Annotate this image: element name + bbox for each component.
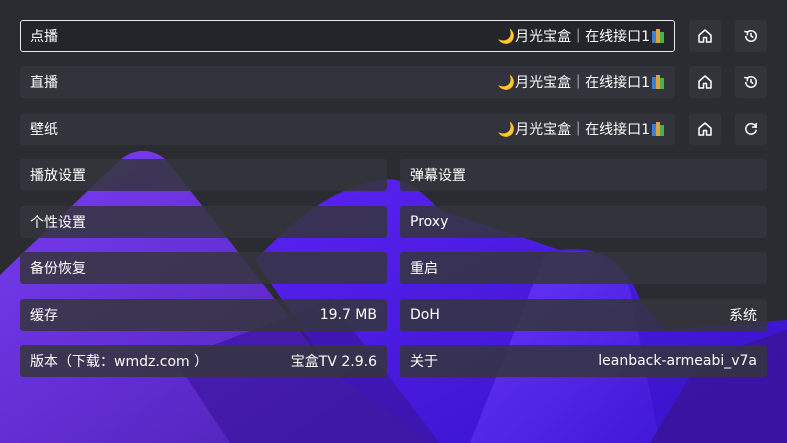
- backup-restore-row[interactable]: 备份恢复: [20, 252, 387, 284]
- proxy-label: Proxy: [410, 214, 449, 230]
- personal-settings-row[interactable]: 个性设置: [20, 206, 387, 238]
- version-row[interactable]: 版本（下载：wmdz.com ） 宝盒TV 2.9.6: [20, 345, 387, 377]
- doh-value: 系统: [729, 308, 757, 324]
- vod-source-value: 🌙月光宝盒｜在线接口1: [497, 29, 650, 45]
- home-icon: [698, 29, 712, 43]
- wallpaper-source-value: 🌙月光宝盒｜在线接口1: [497, 122, 650, 138]
- home-icon: [698, 122, 712, 136]
- vod-history-button[interactable]: [735, 20, 767, 52]
- home-icon: [698, 75, 712, 89]
- doh-row[interactable]: DoH 系统: [400, 299, 767, 331]
- about-row[interactable]: 关于 leanback-armeabi_v7a: [400, 345, 767, 377]
- playback-settings-label: 播放设置: [30, 168, 86, 184]
- books-icon: [652, 29, 664, 43]
- cache-row[interactable]: 缓存 19.7 MB: [20, 299, 387, 331]
- proxy-row[interactable]: Proxy: [400, 206, 767, 238]
- live-source-row[interactable]: 直播 🌙月光宝盒｜在线接口1: [20, 66, 675, 98]
- wallpaper-home-button[interactable]: [689, 113, 721, 145]
- version-value: 宝盒TV 2.9.6: [290, 354, 377, 370]
- danmaku-settings-label: 弹幕设置: [410, 168, 466, 184]
- cache-value: 19.7 MB: [319, 307, 377, 323]
- live-source-value: 🌙月光宝盒｜在线接口1: [497, 75, 650, 91]
- restart-label: 重启: [410, 261, 438, 277]
- wallpaper-label: 壁纸: [30, 122, 58, 138]
- cache-label: 缓存: [30, 308, 58, 324]
- wallpaper-source-row[interactable]: 壁纸 🌙月光宝盒｜在线接口1: [20, 113, 675, 145]
- live-home-button[interactable]: [689, 66, 721, 98]
- restart-row[interactable]: 重启: [400, 252, 767, 284]
- playback-settings-row[interactable]: 播放设置: [20, 159, 387, 191]
- live-history-button[interactable]: [735, 66, 767, 98]
- history-icon: [744, 76, 757, 88]
- books-icon: [652, 122, 664, 136]
- version-label: 版本（下载：wmdz.com ）: [30, 354, 209, 370]
- vod-source-row[interactable]: 点播 🌙月光宝盒｜在线接口1: [20, 20, 675, 52]
- history-icon: [744, 30, 757, 42]
- refresh-icon: [745, 122, 757, 135]
- books-icon: [652, 75, 664, 89]
- backup-restore-label: 备份恢复: [30, 261, 86, 277]
- vod-home-button[interactable]: [689, 20, 721, 52]
- personal-settings-label: 个性设置: [30, 215, 86, 231]
- vod-label: 点播: [30, 29, 58, 45]
- live-label: 直播: [30, 75, 58, 91]
- doh-label: DoH: [410, 307, 440, 323]
- wallpaper-refresh-button[interactable]: [735, 113, 767, 145]
- danmaku-settings-row[interactable]: 弹幕设置: [400, 159, 767, 191]
- about-label: 关于: [410, 354, 438, 370]
- about-value: leanback-armeabi_v7a: [598, 353, 757, 369]
